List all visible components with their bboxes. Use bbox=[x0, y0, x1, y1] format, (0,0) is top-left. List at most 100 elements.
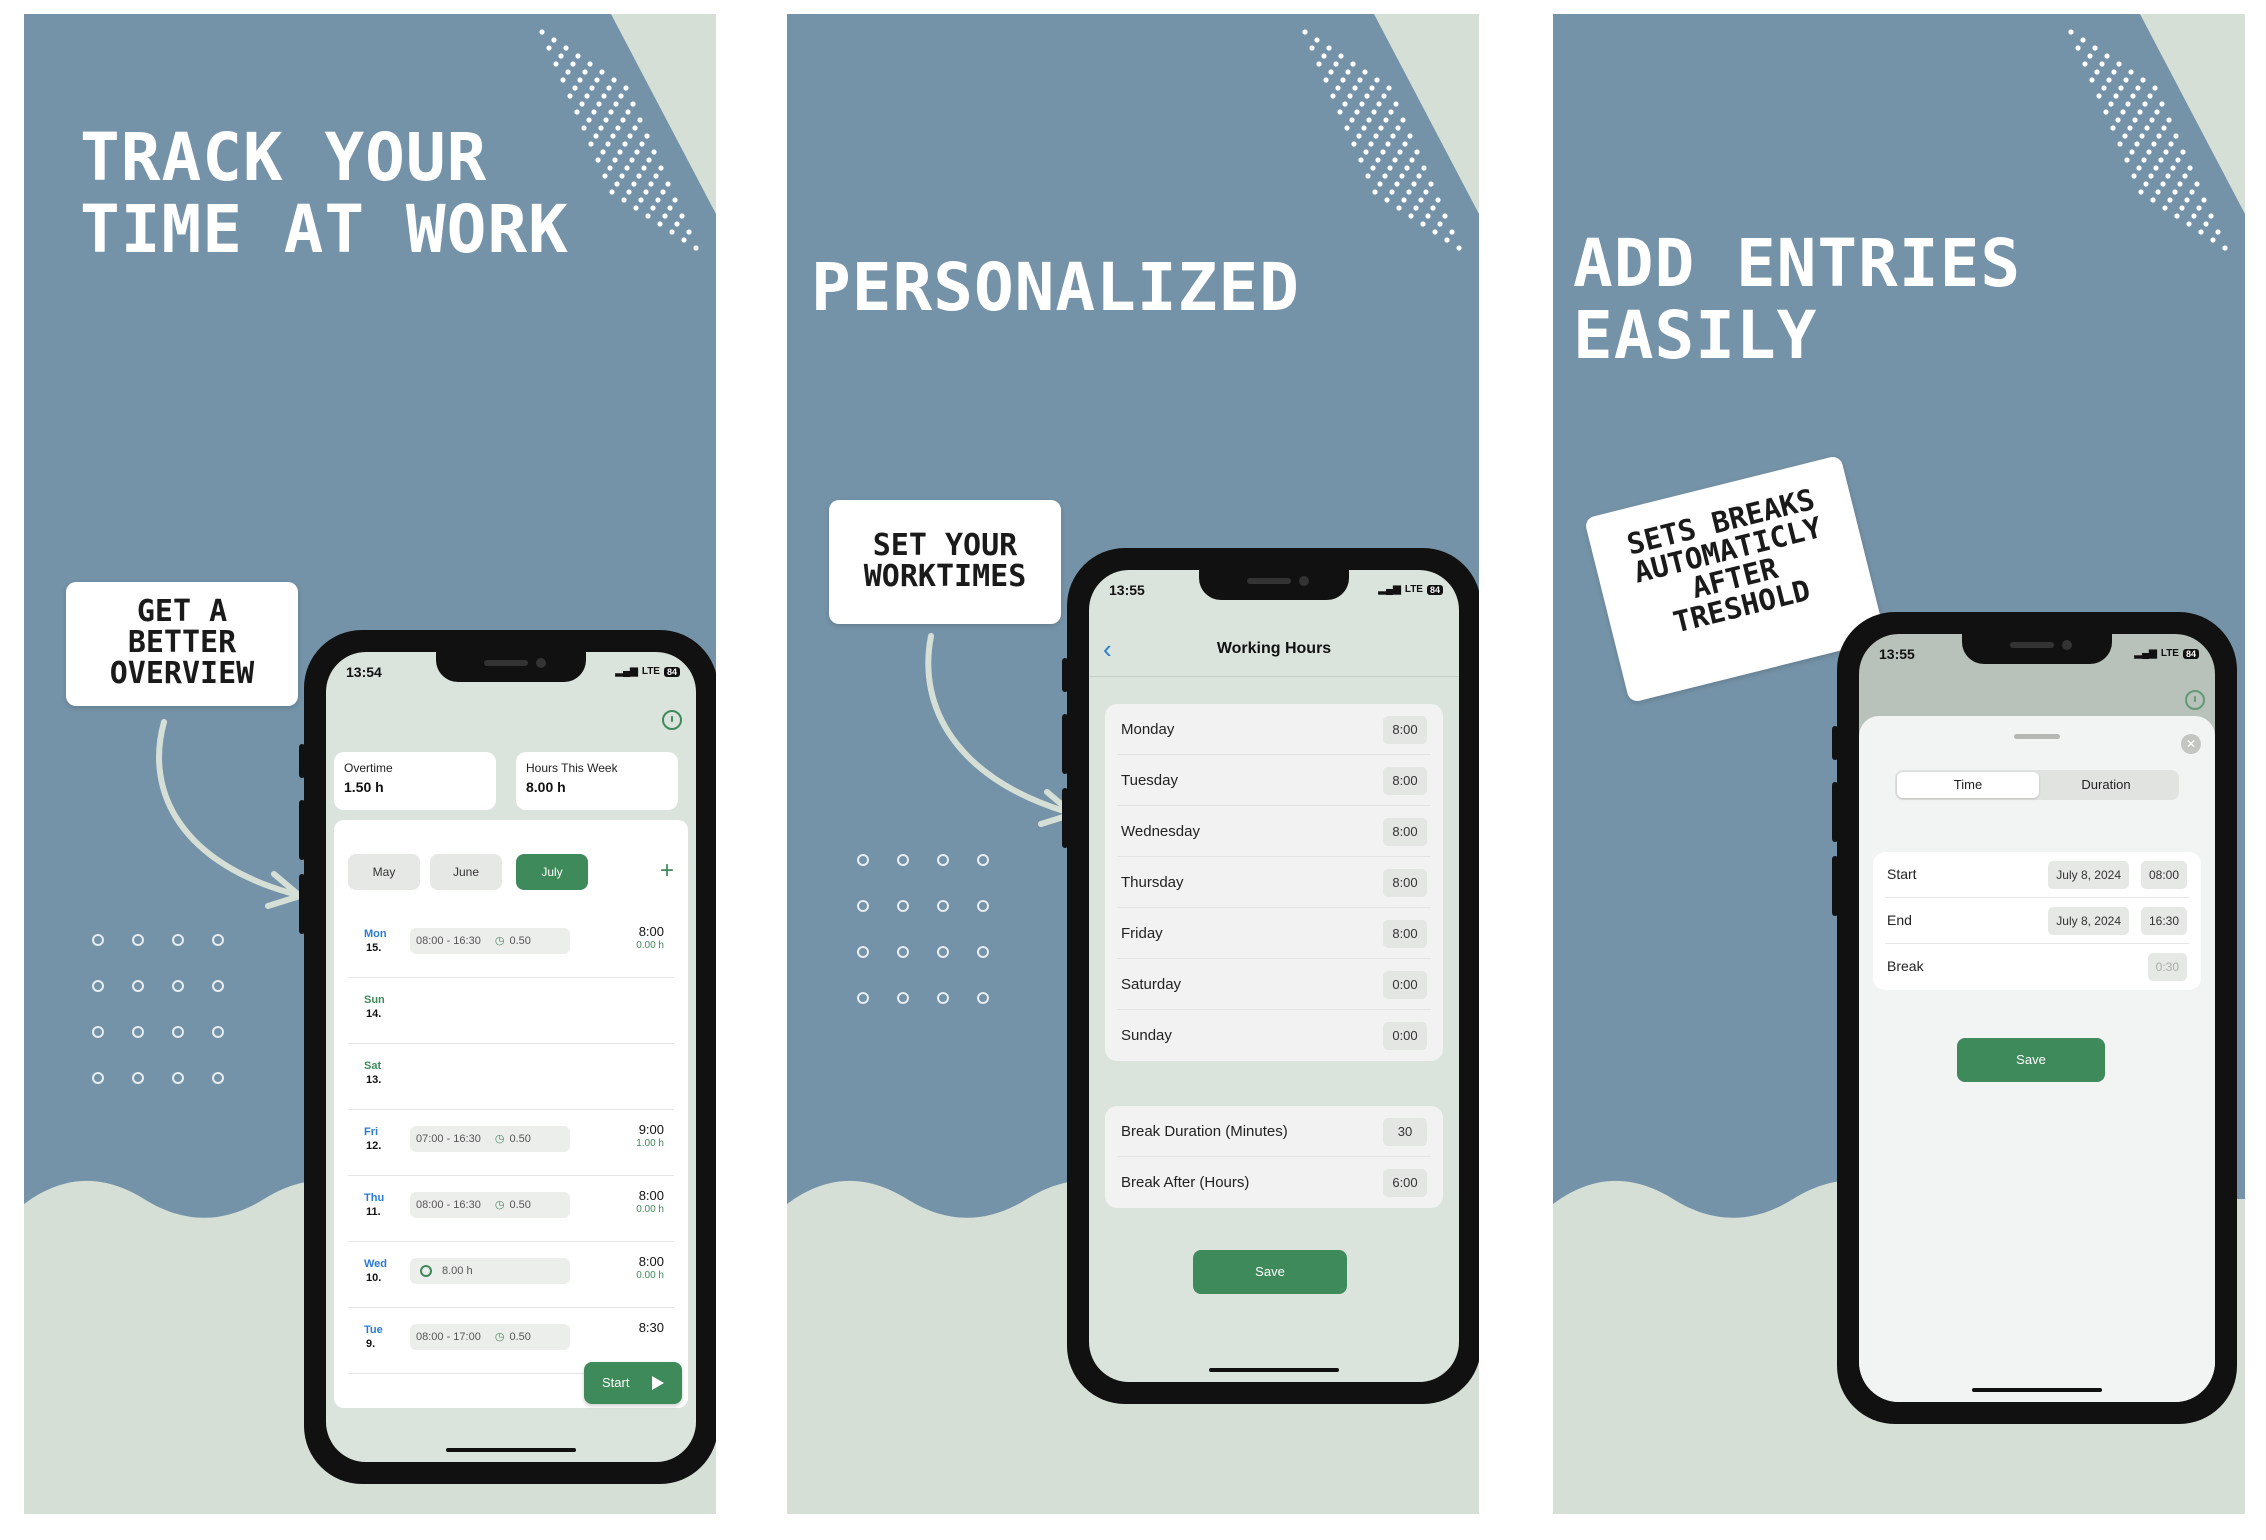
pattern-dot bbox=[2189, 189, 2195, 195]
weekday-hours-field[interactable]: 0:00 bbox=[1383, 1022, 1427, 1050]
day-row[interactable]: Mon 15. 08:00 - 16:30 0.50 8:000.00 h bbox=[348, 912, 674, 978]
pattern-dot bbox=[2179, 205, 2185, 211]
pattern-dot bbox=[1384, 197, 1390, 203]
pattern-dot bbox=[1357, 77, 1363, 83]
day-row[interactable]: Wed 10. 8.00 h 8:00 0.00 h bbox=[348, 1242, 674, 1308]
pattern-dot bbox=[2132, 117, 2138, 123]
day-name: Tue bbox=[364, 1324, 383, 1336]
pattern-dot bbox=[610, 133, 616, 139]
day-total: 8:00 bbox=[638, 1254, 664, 1269]
pattern-dot bbox=[672, 197, 678, 203]
pattern-dot bbox=[2101, 85, 2107, 91]
status-time: 13:54 bbox=[346, 664, 382, 680]
end-time-picker[interactable]: 16:30 bbox=[2140, 907, 2187, 935]
circle-dot bbox=[172, 934, 184, 946]
weekday-hours-field[interactable]: 0:00 bbox=[1383, 971, 1427, 999]
start-button[interactable]: Start bbox=[584, 1362, 682, 1404]
pattern-dot bbox=[1389, 189, 1395, 195]
pattern-dot bbox=[2115, 117, 2121, 123]
day-row[interactable]: Fri 12. 07:00 - 16:30 0.50 9:001.00 h bbox=[348, 1110, 674, 1176]
save-button[interactable]: Save bbox=[1193, 1250, 1347, 1294]
pattern-dot bbox=[660, 189, 666, 195]
save-button[interactable]: Save bbox=[1957, 1038, 2105, 1082]
break-after-field[interactable]: 6:00 bbox=[1383, 1169, 1427, 1197]
pattern-dot bbox=[1375, 157, 1381, 163]
pattern-dot bbox=[679, 213, 685, 219]
pattern-dot bbox=[606, 85, 612, 91]
end-row: End July 8, 2024 16:30 bbox=[1885, 898, 2189, 944]
pattern-dot bbox=[1380, 149, 1386, 155]
pattern-dot bbox=[589, 85, 595, 91]
circle-dot bbox=[937, 854, 949, 866]
sheet-grabber[interactable] bbox=[2014, 734, 2060, 739]
day-row[interactable]: Sat 13. bbox=[348, 1044, 674, 1110]
pattern-dot bbox=[1409, 157, 1415, 163]
phone-screen: 13:55 ▂▄▆ LTE 84 ‹ Working Hours Monday 8… bbox=[1089, 570, 1459, 1382]
month-tab-june[interactable]: June bbox=[430, 854, 502, 890]
pattern-dot bbox=[1362, 69, 1368, 75]
pattern-dot bbox=[596, 101, 602, 107]
overtime-card: Overtime 1.50 h bbox=[334, 752, 496, 810]
weekday-label: Tuesday bbox=[1121, 772, 1178, 789]
pattern-dot bbox=[2194, 181, 2200, 187]
weekday-hours-field[interactable]: 8:00 bbox=[1383, 716, 1427, 744]
side-button bbox=[1062, 788, 1068, 848]
pattern-dot bbox=[655, 197, 661, 203]
start-date-picker[interactable]: July 8, 2024 bbox=[2048, 861, 2129, 889]
phone-mockup: 13:54 ▂▄▆ LTE 84 Overtime 1.50 h Hours T… bbox=[299, 630, 716, 1484]
pattern-dot bbox=[546, 45, 552, 51]
pattern-dot bbox=[567, 93, 573, 99]
break-duration-field[interactable]: 30 bbox=[1383, 1118, 1427, 1146]
weekday-hours-field[interactable]: 8:00 bbox=[1383, 767, 1427, 795]
segment-time[interactable]: Time bbox=[1897, 772, 2039, 798]
network-type: LTE bbox=[641, 666, 660, 677]
close-icon[interactable]: ✕ bbox=[2181, 734, 2201, 754]
headline: ADD ENTRIES EASILY bbox=[1573, 225, 2022, 374]
circle-grid-decoration bbox=[92, 934, 252, 1118]
weekday-hours-field[interactable]: 8:00 bbox=[1383, 869, 1427, 897]
weekday-hours-field[interactable]: 8:00 bbox=[1383, 818, 1427, 846]
pattern-dot bbox=[1370, 165, 1376, 171]
break-duration: 0.50 bbox=[495, 1133, 531, 1145]
pattern-dot bbox=[617, 149, 623, 155]
pattern-dot bbox=[1396, 205, 1402, 211]
break-picker[interactable]: 0:30 bbox=[2147, 953, 2187, 981]
circle-dot bbox=[212, 1072, 224, 1084]
segment-duration[interactable]: Duration bbox=[2035, 772, 2177, 798]
network-type: LTE bbox=[2160, 648, 2179, 659]
pattern-dot bbox=[600, 149, 606, 155]
day-overtime: 0.00 h bbox=[636, 940, 664, 951]
signal-bars-icon: ▂▄▆ bbox=[2134, 648, 2157, 659]
month-tab-july[interactable]: July bbox=[516, 854, 588, 890]
pattern-dot bbox=[1383, 117, 1389, 123]
pattern-dot bbox=[2131, 173, 2137, 179]
pattern-dot bbox=[674, 221, 680, 227]
pattern-dot bbox=[563, 45, 569, 51]
status-time: 13:55 bbox=[1109, 582, 1145, 598]
pattern-dot bbox=[2129, 149, 2135, 155]
plus-icon[interactable]: + bbox=[660, 854, 674, 888]
pattern-dot bbox=[1420, 221, 1426, 227]
weekday-hours-field[interactable]: 8:00 bbox=[1383, 920, 1427, 948]
circle-dot bbox=[212, 934, 224, 946]
break-duration: 0.50 bbox=[495, 935, 531, 947]
time-range-pill: 08:00 - 17:00 0.50 bbox=[410, 1324, 570, 1350]
break-settings-group: Break Duration (Minutes) 30 Break After … bbox=[1105, 1106, 1443, 1208]
pattern-dot bbox=[1407, 133, 1413, 139]
start-time-picker[interactable]: 08:00 bbox=[2140, 861, 2187, 889]
month-tab-may[interactable]: May bbox=[348, 854, 420, 890]
pattern-dot bbox=[1395, 125, 1401, 131]
day-name: Mon bbox=[364, 928, 387, 940]
pattern-dot bbox=[1359, 101, 1365, 107]
clock-history-icon[interactable] bbox=[662, 710, 682, 730]
circle-dot bbox=[132, 1072, 144, 1084]
break-row: Break 0:30 bbox=[1885, 944, 2189, 990]
day-row[interactable]: Thu 11. 08:00 - 16:30 0.50 8:000.00 h bbox=[348, 1176, 674, 1242]
pattern-dot bbox=[1302, 29, 1308, 35]
end-date-picker[interactable]: July 8, 2024 bbox=[2048, 907, 2129, 935]
day-name: Sun bbox=[364, 994, 385, 1006]
pattern-dot bbox=[1430, 205, 1436, 211]
day-total: 8:00 bbox=[638, 1188, 664, 1203]
pattern-dot bbox=[2170, 165, 2176, 171]
day-row[interactable]: Sun 14. bbox=[348, 978, 674, 1044]
